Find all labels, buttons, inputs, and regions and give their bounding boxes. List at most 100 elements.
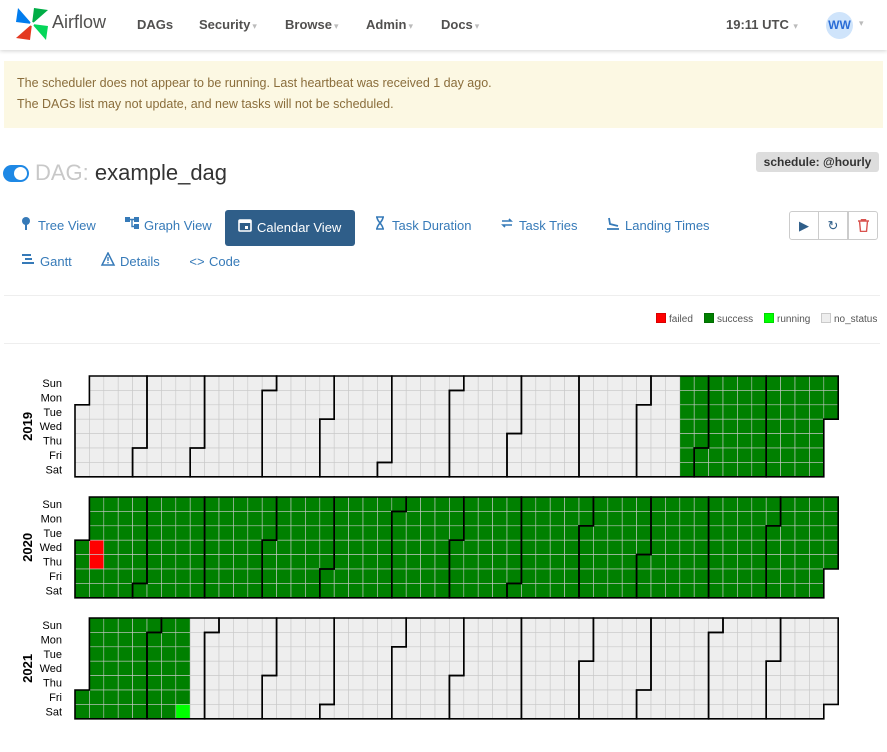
day-cell[interactable] <box>103 418 119 434</box>
day-cell[interactable] <box>420 583 436 599</box>
day-cell[interactable] <box>621 689 637 705</box>
day-cell[interactable] <box>290 447 306 463</box>
day-cell[interactable] <box>348 646 364 662</box>
day-cell[interactable] <box>506 617 522 633</box>
day-cell[interactable] <box>578 583 594 599</box>
day-cell[interactable] <box>578 646 594 662</box>
day-cell[interactable] <box>751 511 767 527</box>
day-cell[interactable] <box>261 539 277 555</box>
day-cell[interactable] <box>578 447 594 463</box>
day-cell[interactable] <box>146 447 162 463</box>
day-cell[interactable] <box>463 704 479 720</box>
day-cell[interactable] <box>463 525 479 541</box>
day-cell[interactable] <box>189 375 205 391</box>
day-cell[interactable] <box>305 617 321 633</box>
day-cell[interactable] <box>593 554 609 570</box>
day-cell[interactable] <box>708 554 724 570</box>
day-cell[interactable] <box>650 462 666 478</box>
day-cell[interactable] <box>218 433 234 449</box>
day-cell[interactable] <box>305 539 321 555</box>
day-cell[interactable] <box>794 511 810 527</box>
day-cell[interactable] <box>434 539 450 555</box>
day-cell[interactable] <box>809 568 825 584</box>
day-cell[interactable] <box>117 660 133 676</box>
day-cell[interactable] <box>809 462 825 478</box>
day-cell[interactable] <box>751 554 767 570</box>
day-cell[interactable] <box>146 375 162 391</box>
day-cell[interactable] <box>103 539 119 555</box>
day-cell[interactable] <box>132 632 148 648</box>
day-cell[interactable] <box>607 689 623 705</box>
day-cell[interactable] <box>449 704 465 720</box>
day-cell[interactable] <box>621 447 637 463</box>
day-cell[interactable] <box>650 525 666 541</box>
day-cell[interactable] <box>549 404 565 420</box>
day-cell[interactable] <box>521 404 537 420</box>
day-cell[interactable] <box>377 583 393 599</box>
day-cell[interactable] <box>463 404 479 420</box>
day-cell[interactable] <box>549 447 565 463</box>
day-cell[interactable] <box>636 660 652 676</box>
day-cell[interactable] <box>276 568 292 584</box>
day-cell[interactable] <box>722 554 738 570</box>
day-cell[interactable] <box>449 375 465 391</box>
day-cell[interactable] <box>290 433 306 449</box>
day-cell[interactable] <box>607 525 623 541</box>
day-cell[interactable] <box>679 418 695 434</box>
day-cell[interactable] <box>765 539 781 555</box>
day-cell[interactable] <box>420 689 436 705</box>
day-cell[interactable] <box>535 689 551 705</box>
day-cell[interactable] <box>247 539 263 555</box>
day-cell[interactable] <box>794 704 810 720</box>
day-cell[interactable] <box>506 539 522 555</box>
day-cell[interactable] <box>506 554 522 570</box>
day-cell[interactable] <box>765 462 781 478</box>
day-cell[interactable] <box>679 583 695 599</box>
day-cell[interactable] <box>693 511 709 527</box>
day-cell[interactable] <box>593 583 609 599</box>
day-cell[interactable] <box>780 462 796 478</box>
day-cell[interactable] <box>549 568 565 584</box>
day-cell[interactable] <box>578 617 594 633</box>
day-cell[interactable] <box>693 568 709 584</box>
day-cell[interactable] <box>823 689 839 705</box>
day-cell[interactable] <box>708 496 724 512</box>
day-cell[interactable] <box>362 433 378 449</box>
day-cell[interactable] <box>247 447 263 463</box>
day-cell[interactable] <box>218 462 234 478</box>
day-cell[interactable] <box>204 632 220 648</box>
day-cell[interactable] <box>247 689 263 705</box>
day-cell[interactable] <box>578 675 594 691</box>
day-cell[interactable] <box>377 447 393 463</box>
day-cell[interactable] <box>261 404 277 420</box>
day-cell[interactable] <box>146 675 162 691</box>
day-cell[interactable] <box>665 689 681 705</box>
day-cell[interactable] <box>636 404 652 420</box>
day-cell[interactable] <box>161 689 177 705</box>
day-cell[interactable] <box>823 632 839 648</box>
day-cell[interactable] <box>477 617 493 633</box>
day-cell[interactable] <box>348 375 364 391</box>
day-cell[interactable] <box>708 462 724 478</box>
day-cell[interactable] <box>175 689 191 705</box>
day-cell[interactable] <box>737 675 753 691</box>
day-cell[interactable] <box>549 632 565 648</box>
day-cell[interactable] <box>665 646 681 662</box>
day-cell[interactable] <box>348 689 364 705</box>
day-cell[interactable] <box>348 525 364 541</box>
day-cell[interactable] <box>780 418 796 434</box>
day-cell[interactable] <box>737 525 753 541</box>
day-cell[interactable] <box>679 433 695 449</box>
day-cell[interactable] <box>333 404 349 420</box>
day-cell[interactable] <box>103 554 119 570</box>
day-cell[interactable] <box>521 554 537 570</box>
day-cell[interactable] <box>146 583 162 599</box>
day-cell[interactable] <box>506 496 522 512</box>
day-cell[interactable] <box>405 675 421 691</box>
day-cell[interactable] <box>823 525 839 541</box>
day-cell[interactable] <box>593 689 609 705</box>
day-cell[interactable] <box>463 496 479 512</box>
day-cell[interactable] <box>204 568 220 584</box>
day-cell[interactable] <box>751 539 767 555</box>
day-cell[interactable] <box>233 617 249 633</box>
